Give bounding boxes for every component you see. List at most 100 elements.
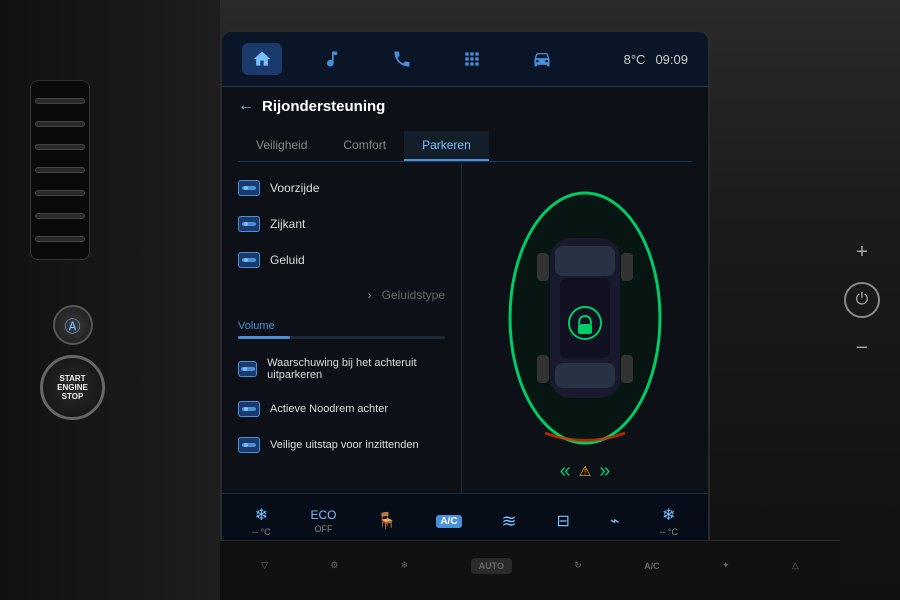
geluid-label: Geluid — [270, 253, 305, 267]
start-stop-area: Ⓐ START ENGINE STOP — [40, 305, 105, 420]
vent-slat — [35, 144, 85, 150]
volume-section: Volume — [222, 312, 461, 347]
geluidstype-chevron: › — [368, 288, 372, 302]
snowflake-icon: ❄ — [401, 560, 409, 571]
toggle-icon-5 — [242, 404, 256, 414]
a-button[interactable]: Ⓐ — [53, 305, 93, 345]
menu-item-uitstap[interactable]: Veilige uitstap voor inzittenden — [222, 427, 461, 463]
volume-minus-button[interactable]: − — [847, 333, 877, 363]
volume-plus-button[interactable]: + — [847, 237, 877, 267]
apps-icon — [462, 49, 482, 69]
temp-right-control[interactable]: ❄ -- °C — [659, 505, 678, 537]
volume-bar[interactable] — [238, 336, 445, 339]
auto-button[interactable]: AUTO — [471, 558, 512, 574]
right-physical-controls: + ⏻ − — [844, 237, 880, 363]
ac-bottom-icon: A/C — [644, 561, 660, 571]
back-button[interactable]: ← — [238, 97, 254, 115]
rear-window-control[interactable]: ⊟ — [557, 511, 570, 531]
recycle-button[interactable]: ↻ — [574, 560, 582, 571]
left-panel: Ⓐ START ENGINE STOP — [0, 0, 220, 600]
power-icon: ⏻ — [856, 291, 869, 309]
snowflake2-icon: ✦ — [722, 560, 730, 571]
mirror-control[interactable]: ⌁ — [610, 511, 620, 531]
menu-item-noodrem[interactable]: Actieve Noodrem achter — [222, 391, 461, 427]
tab-veiligheid[interactable]: Veiligheid — [238, 131, 325, 161]
settings-button[interactable]: ⚙ — [330, 560, 338, 571]
fan-up-icon: △ — [792, 560, 799, 571]
nav-music-button[interactable] — [312, 43, 352, 75]
waarschuwing-label: Waarschuwing bij het achteruit uitparker… — [267, 357, 445, 381]
power-button[interactable]: ⏻ — [844, 282, 880, 318]
waarschuwing-icon — [238, 361, 257, 377]
snowflake-button[interactable]: ❄ — [401, 560, 409, 571]
ac-badge: A/C — [436, 515, 461, 528]
temp-left-label: -- °C — [252, 527, 271, 537]
toggle-icon-4 — [241, 364, 255, 374]
tab-parkeren[interactable]: Parkeren — [404, 131, 489, 161]
eco-icon: ECO — [311, 508, 337, 522]
warning-triangle-icon: ⚠ — [579, 463, 592, 480]
vent-slat — [35, 98, 85, 104]
left-arrows-icon: « — [560, 460, 571, 483]
nav-home-button[interactable] — [242, 43, 282, 75]
nav-apps-button[interactable] — [452, 43, 492, 75]
music-icon — [322, 49, 342, 69]
uitstap-label: Veilige uitstap voor inzittenden — [270, 439, 419, 451]
volume-fill — [238, 336, 290, 339]
menu-item-geluidstype[interactable]: › Geluidstype — [222, 278, 461, 312]
time-display: 09:09 — [655, 52, 688, 67]
zijkant-icon — [238, 216, 260, 232]
toggle-icon-2 — [242, 219, 256, 229]
toggle-icon — [242, 183, 256, 193]
right-arrows-icon: » — [599, 460, 610, 483]
infotainment-screen: 8°C 09:09 ← Rijondersteuning Veiligheid … — [220, 30, 710, 550]
start-engine-stop-button[interactable]: START ENGINE STOP — [40, 355, 105, 420]
vent-slat — [35, 121, 85, 127]
fan-down-button[interactable]: ▽ — [261, 560, 268, 571]
noodrem-icon — [238, 401, 260, 417]
eco-off-control[interactable]: ECO OFF — [311, 508, 337, 534]
volume-label: Volume — [238, 320, 445, 332]
car-icon — [532, 49, 552, 69]
nav-car-button[interactable] — [522, 43, 562, 75]
menu-item-waarschuwing[interactable]: Waarschuwing bij het achteruit uitparker… — [222, 347, 461, 391]
status-bar: 8°C 09:09 — [624, 52, 688, 67]
menu-item-zijkant[interactable]: Zijkant — [222, 206, 461, 242]
fan-up-button[interactable]: △ — [792, 560, 799, 571]
temp-right-icon: ❄ — [662, 505, 675, 525]
screen-content: 8°C 09:09 ← Rijondersteuning Veiligheid … — [222, 32, 708, 548]
car-visualization: « ⚠ » — [462, 162, 708, 493]
settings-icon: ⚙ — [330, 560, 338, 571]
mirror-icon: ⌁ — [610, 511, 620, 531]
car-interior: Ⓐ START ENGINE STOP — [0, 0, 900, 600]
snowflake2-button[interactable]: ✦ — [722, 560, 730, 571]
top-nav-bar: 8°C 09:09 — [222, 32, 708, 87]
zijkant-label: Zijkant — [270, 217, 305, 231]
car-oval-container: « ⚠ » — [505, 188, 665, 468]
ac-control[interactable]: A/C — [436, 515, 461, 528]
fan-down-icon: ▽ — [261, 560, 268, 571]
sensor-arrows: « ⚠ » — [560, 460, 611, 483]
toggle-icon-6 — [242, 440, 256, 450]
nav-phone-button[interactable] — [382, 43, 422, 75]
menu-item-geluid[interactable]: Geluid — [222, 242, 461, 278]
sub-header: ← Rijondersteuning Veiligheid Comfort Pa… — [222, 87, 708, 162]
noodrem-label: Actieve Noodrem achter — [270, 403, 388, 415]
phone-icon — [392, 49, 412, 69]
ac-bottom-button[interactable]: A/C — [644, 561, 660, 571]
geluidstype-label: Geluidstype — [382, 288, 445, 302]
defrost-control[interactable]: ≋ — [501, 511, 516, 532]
rear-window-icon: ⊟ — [557, 511, 570, 531]
vent-slat — [35, 236, 85, 242]
menu-item-voorzijde[interactable]: Voorzijde — [222, 170, 461, 206]
temp-right-label: -- °C — [659, 527, 678, 537]
voorzijde-label: Voorzijde — [270, 181, 319, 195]
vent-slat — [35, 167, 85, 173]
seat-heat-control[interactable]: 🪑 — [376, 511, 396, 531]
back-row: ← Rijondersteuning — [238, 97, 692, 115]
vent-slat — [35, 213, 85, 219]
temp-left-control[interactable]: ❄ -- °C — [252, 505, 271, 537]
tab-comfort[interactable]: Comfort — [325, 131, 404, 161]
toggle-icon-3 — [242, 255, 256, 265]
tab-bar: Veiligheid Comfort Parkeren — [238, 131, 692, 162]
